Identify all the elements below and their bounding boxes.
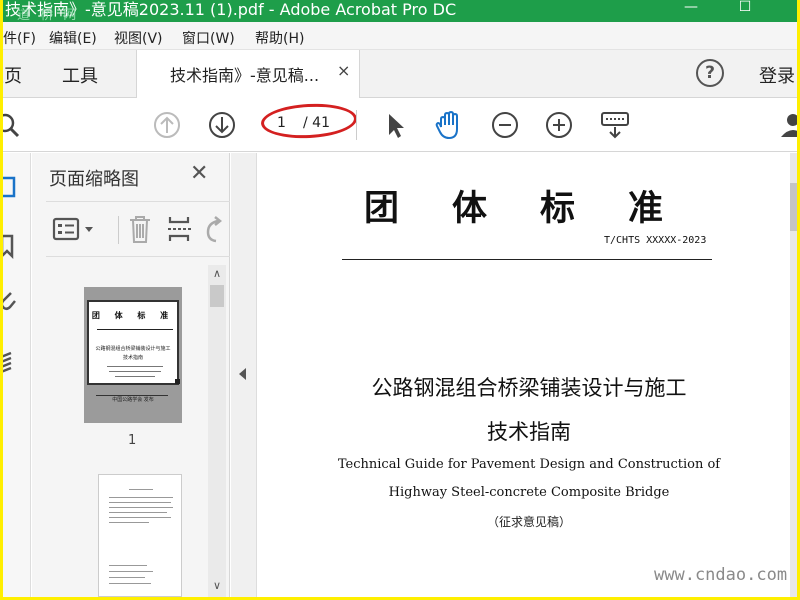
page-thumbnails-icon[interactable] [3, 175, 19, 201]
corner-watermark: 道 桥 网 [17, 8, 80, 23]
title-bar: 技术指南》-意见稿2023.11 (1).pdf - Adobe Acrobat… [3, 0, 797, 23]
thumbnail-1-publisher: 中国公路学会 发布 [112, 397, 154, 403]
toolbar-divider [356, 110, 357, 140]
minimize-button[interactable]: — [671, 0, 711, 16]
layers-icon[interactable] [3, 349, 19, 375]
thumbnail-panel: 页面缩略图 ✕ 团 体 标 准 公路钢混组合桥梁铺装设计与施工 技术指南 中国公… [32, 153, 230, 597]
thumbnail-1-title-cn: 公路钢混组合桥梁铺装设计与施工 [95, 346, 171, 352]
scroll-up-icon[interactable]: ∧ [210, 267, 224, 281]
menu-window[interactable]: 窗口(W) [182, 28, 235, 48]
page-thumbnail-2[interactable] [98, 474, 182, 597]
tab-home[interactable]: 主页 [3, 62, 22, 88]
zoom-out-icon[interactable] [487, 107, 523, 143]
site-watermark: www.cndao.com [654, 565, 788, 585]
standard-number: T/CHTS XXXXX-2023 [604, 235, 707, 246]
thumbnail-2-text-line [109, 577, 145, 578]
title-cn-line-1: 公路钢混组合桥梁铺装设计与施工 [371, 376, 687, 400]
thumbnail-options-icon[interactable] [52, 216, 98, 242]
thumbnail-1-page: 团 体 标 准 公路钢混组合桥梁铺装设计与施工 技术指南 [87, 300, 179, 385]
tab-bar: 主页 工具 技术指南》-意见稿... × ? 登录 [3, 50, 797, 98]
tab-tools[interactable]: 工具 [62, 62, 98, 88]
bookmarks-icon[interactable] [3, 233, 19, 259]
hand-tool-icon[interactable] [431, 107, 467, 143]
heading-rule [342, 259, 712, 260]
thumbnail-2-text-line [109, 512, 167, 513]
scroll-down-icon[interactable]: ∨ [210, 579, 224, 593]
next-page-icon[interactable] [204, 107, 240, 143]
thumbnail-scroll-thumb[interactable] [210, 285, 224, 307]
menu-file[interactable]: 件(F) [3, 28, 36, 48]
close-panel-icon[interactable]: ✕ [190, 161, 208, 186]
title-en-line-1: Technical Guide for Pavement Design and … [337, 457, 721, 472]
thumbnail-2-text-line [109, 502, 171, 503]
menu-bar: 件(F) 编辑(E) 视图(V) 窗口(W) 帮助(H) [3, 22, 797, 50]
title-en-line-2: Highway Steel-concrete Composite Bridge [388, 485, 670, 500]
thumbnail-1-number: 1 [128, 433, 137, 448]
menu-edit[interactable]: 编辑(E) [49, 28, 97, 48]
thumbnail-tools [46, 201, 230, 257]
navigation-rail [3, 153, 31, 597]
thumbnail-2-text-line [109, 571, 153, 572]
thumbnail-1-rule [97, 329, 173, 330]
toolbar: 1 / 41 [3, 98, 797, 152]
attachments-icon[interactable] [3, 287, 19, 313]
previous-page-icon[interactable] [149, 107, 185, 143]
thumbnail-panel-title: 页面缩略图 [49, 169, 139, 190]
thumbnail-2-text-line [109, 507, 173, 508]
thumbnail-scrollbar[interactable]: ∧ ∨ [208, 265, 226, 597]
search-icon[interactable] [3, 107, 25, 143]
thumbnail-2-text-line [109, 497, 173, 498]
thumbnail-1-title-cn2: 技术指南 [122, 355, 143, 361]
thumbnail-2-text-line [109, 517, 171, 518]
maximize-button[interactable]: ☐ [725, 0, 765, 16]
thumbnail-1-text-line [109, 371, 161, 372]
acrobat-window: 技术指南》-意见稿2023.11 (1).pdf - Adobe Acrobat… [3, 0, 797, 597]
menu-view[interactable]: 视图(V) [114, 28, 163, 48]
title-cn-line-2: 技术指南 [487, 420, 571, 444]
delete-page-icon[interactable] [126, 213, 154, 245]
keyboard-input-icon[interactable] [597, 107, 633, 143]
tools-divider [118, 216, 119, 244]
panel-collapse-handle[interactable] [231, 153, 257, 597]
page-thumbnail-1[interactable]: 团 体 标 准 公路钢混组合桥梁铺装设计与施工 技术指南 中国公路学会 发布 [84, 287, 182, 423]
thumbnail-2-text-line [109, 565, 147, 566]
document-page: 团体标准 T/CHTS XXXXX-2023 公路钢混组合桥梁铺装设计与施工 技… [258, 153, 790, 597]
thumbnail-resize-handle[interactable] [175, 379, 180, 384]
select-arrow-icon[interactable] [377, 107, 413, 143]
thumbnail-1-text-line [115, 376, 155, 377]
account-icon[interactable] [775, 107, 797, 143]
zoom-in-icon[interactable] [541, 107, 577, 143]
thumbnail-2-text-line [129, 489, 153, 490]
document-scroll-thumb[interactable] [790, 183, 797, 231]
close-tab-icon[interactable]: × [337, 61, 350, 80]
help-icon[interactable]: ? [696, 59, 724, 87]
tab-document[interactable]: 技术指南》-意见稿... × [136, 50, 360, 98]
collapse-arrow-icon[interactable] [239, 368, 246, 380]
draft-note: （征求意见稿） [486, 515, 571, 529]
thumbnail-1-text-line [107, 366, 163, 367]
document-heading: 团体标准 [364, 189, 717, 229]
tab-document-label: 技术指南》-意见稿... [170, 66, 320, 85]
thumbnail-2-text-line [109, 522, 149, 523]
rotate-page-icon[interactable] [202, 215, 230, 245]
insert-page-icon[interactable] [166, 213, 194, 245]
menu-help[interactable]: 帮助(H) [255, 28, 304, 48]
login-button[interactable]: 登录 [759, 62, 795, 88]
document-scrollbar[interactable] [790, 153, 797, 597]
thumbnail-1-heading: 团 体 标 准 [91, 311, 175, 320]
thumbnail-2-text-line [109, 583, 151, 584]
